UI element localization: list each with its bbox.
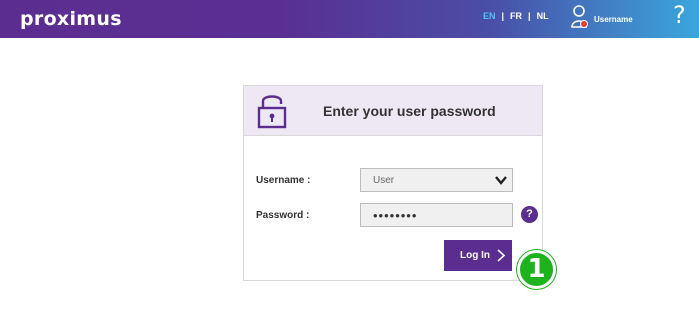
help-icon[interactable]: ? [673, 1, 686, 29]
login-card-header: Enter your user password [244, 86, 542, 136]
username-label: Username : [256, 174, 311, 186]
username-select[interactable]: User [360, 168, 513, 192]
login-button[interactable]: Log In [444, 240, 512, 271]
login-card: Enter your user password Username : User… [243, 85, 543, 281]
lang-separator: | [501, 11, 505, 21]
user-icon [571, 4, 589, 35]
proximus-logo[interactable]: proximus [20, 8, 122, 30]
lang-en[interactable]: EN [483, 11, 496, 21]
password-label: Password : [256, 209, 310, 221]
language-switcher: EN | FR | NL [483, 11, 549, 21]
password-help-icon[interactable]: ? [521, 206, 538, 223]
login-button-label: Log In [460, 250, 490, 261]
username-label: Username [594, 15, 633, 24]
chevron-down-icon [495, 176, 507, 188]
lang-nl[interactable]: NL [537, 11, 549, 21]
username-row: Username : User [256, 168, 513, 192]
lang-separator: | [528, 11, 531, 21]
lang-fr[interactable]: FR [510, 11, 522, 21]
step-number-badge: 1 [517, 250, 556, 289]
username-value: User [373, 174, 395, 186]
user-menu[interactable]: Username [571, 4, 633, 35]
chevron-right-icon [496, 249, 506, 265]
password-value: •••••••• [373, 207, 418, 223]
top-bar: proximus EN | FR | NL Username ? [0, 0, 699, 38]
password-field[interactable]: •••••••• [360, 203, 513, 227]
password-row: Password : •••••••• [256, 203, 513, 227]
login-card-title: Enter your user password [323, 103, 496, 119]
lock-icon [257, 91, 287, 134]
